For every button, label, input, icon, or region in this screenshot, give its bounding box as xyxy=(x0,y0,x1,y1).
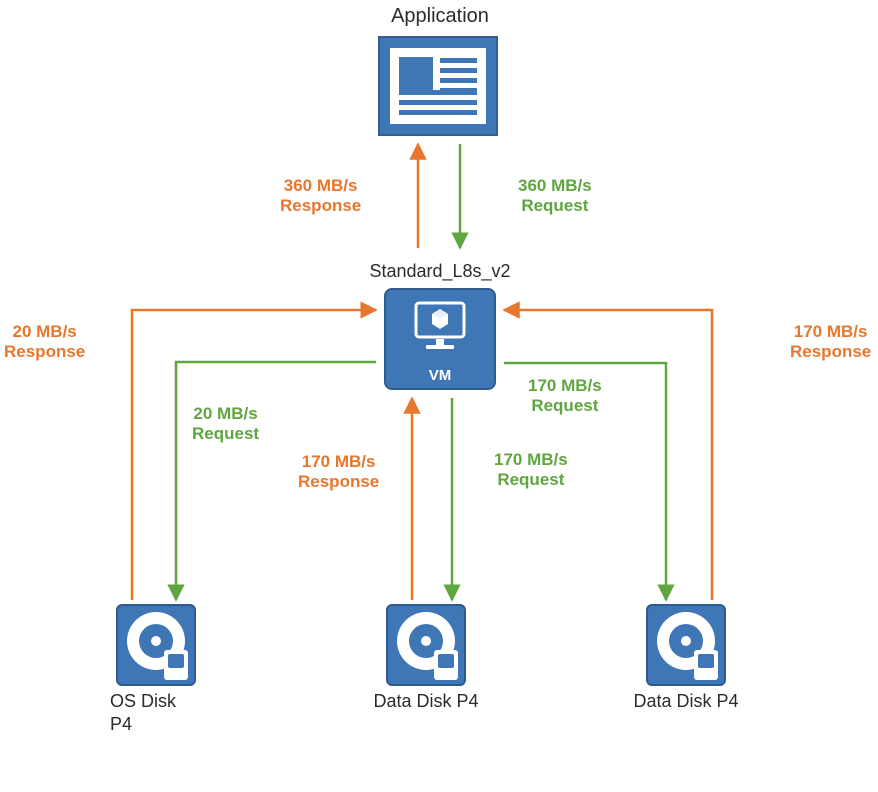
datadisk1-response-label: 170 MB/s Response xyxy=(298,452,379,493)
vm-title: Standard_L8s_v2 xyxy=(360,260,520,283)
os-disk-icon xyxy=(116,604,196,686)
diagram-canvas: Application 360 MB/s Response 360 MB/s R… xyxy=(0,0,878,792)
app-request-label: 360 MB/s Request xyxy=(518,176,592,217)
app-response-label: 360 MB/s Response xyxy=(280,176,361,217)
data-disk1-icon xyxy=(386,604,466,686)
application-icon xyxy=(378,36,498,136)
application-title: Application xyxy=(360,4,520,29)
datadisk1-request-label: 170 MB/s Request xyxy=(494,450,568,491)
os-disk-label: OS Disk P4 xyxy=(110,690,202,735)
monitor-icon xyxy=(412,301,468,351)
osdisk-request-label: 20 MB/s Request xyxy=(192,404,259,445)
data-disk2-label: Data Disk P4 xyxy=(626,690,746,713)
data-disk1-label: Data Disk P4 xyxy=(366,690,486,713)
vm-box-label: VM xyxy=(429,367,452,384)
osdisk-response-label: 20 MB/s Response xyxy=(4,322,85,363)
datadisk2-response-label: 170 MB/s Response xyxy=(790,322,871,363)
vm-icon: VM xyxy=(384,288,496,390)
data-disk2-icon xyxy=(646,604,726,686)
datadisk2-request-label: 170 MB/s Request xyxy=(528,376,602,417)
